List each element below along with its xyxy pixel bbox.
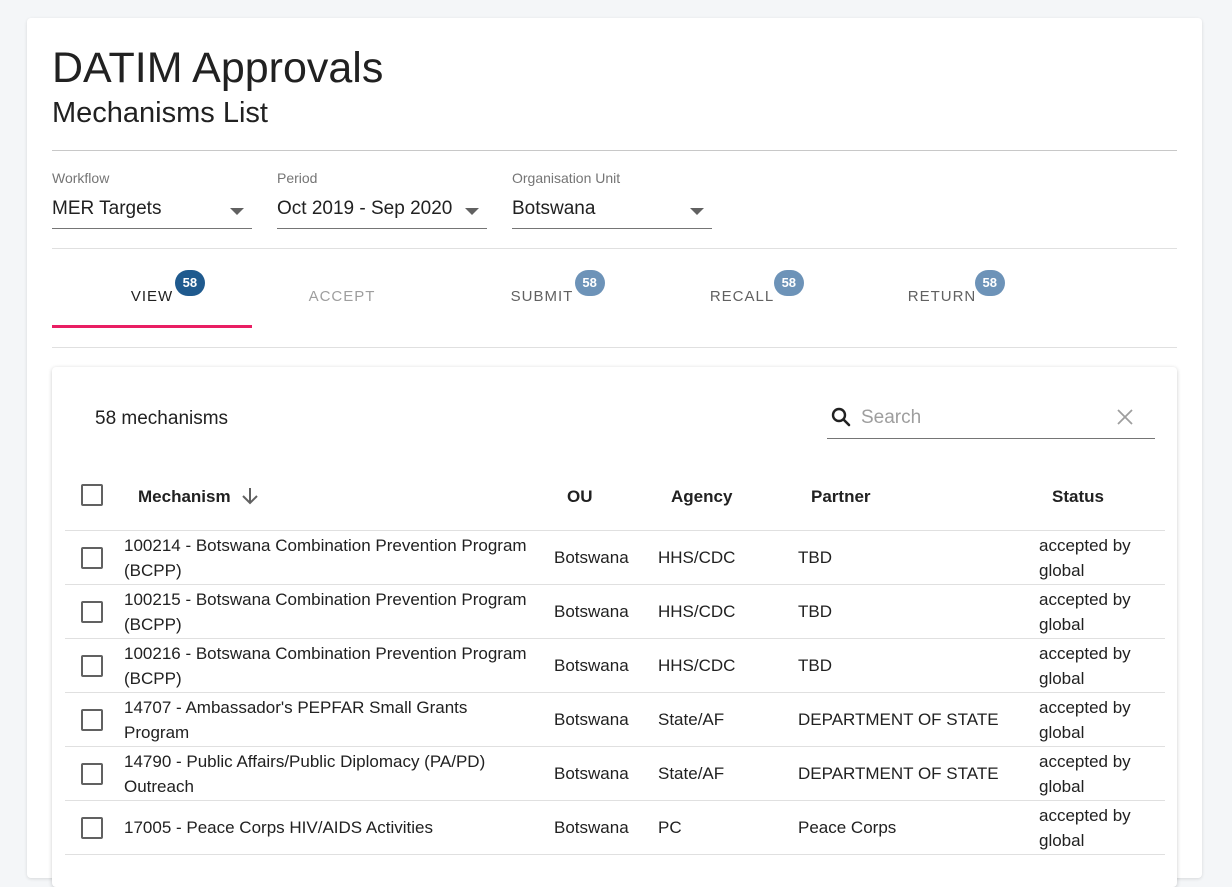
- org-unit-select[interactable]: Organisation Unit Botswana: [512, 170, 712, 230]
- tab-accept-label: ACCEPT: [308, 288, 376, 305]
- row-divider: [65, 854, 1165, 855]
- agency-cell: HHS/CDC: [658, 656, 736, 675]
- status-cell: accepted by global: [1039, 590, 1131, 634]
- select-underline: [277, 228, 487, 229]
- active-tab-indicator: [52, 325, 252, 328]
- ou-cell: Botswana: [554, 602, 629, 621]
- tabs-divider: [52, 347, 1177, 348]
- column-header-ou[interactable]: OU: [567, 487, 593, 507]
- status-cell: accepted by global: [1039, 644, 1131, 688]
- row-divider: [65, 584, 1165, 585]
- partner-cell: DEPARTMENT OF STATE: [798, 710, 999, 729]
- mechanism-cell: 14790 - Public Affairs/Public Diplomacy …: [124, 752, 486, 796]
- dropdown-arrow-icon: [690, 208, 704, 215]
- mechanism-cell: 100216 - Botswana Combination Prevention…: [124, 644, 527, 688]
- status-cell: accepted by global: [1039, 698, 1131, 742]
- status-cell: accepted by global: [1039, 806, 1131, 850]
- tab-recall-label: RECALL: [709, 288, 775, 305]
- tab-accept[interactable]: ACCEPT: [242, 258, 442, 328]
- workflow-value: MER Targets: [52, 198, 162, 219]
- tab-submit[interactable]: SUBMIT 58: [442, 258, 642, 328]
- page-title: DATIM Approvals: [52, 44, 384, 92]
- column-header-partner[interactable]: Partner: [811, 487, 871, 507]
- search-icon: [831, 407, 851, 427]
- tab-return-label: RETURN: [907, 288, 977, 305]
- row-checkbox[interactable]: [81, 763, 103, 785]
- partner-cell: DEPARTMENT OF STATE: [798, 764, 999, 783]
- tab-return-badge: 58: [974, 270, 1005, 296]
- dropdown-arrow-icon: [465, 208, 479, 215]
- arrow-down-icon[interactable]: [238, 484, 262, 508]
- workflow-select[interactable]: Workflow MER Targets: [52, 170, 252, 230]
- agency-cell: State/AF: [658, 764, 725, 783]
- partner-cell: TBD: [798, 656, 832, 675]
- page-subtitle: Mechanisms List: [52, 97, 268, 129]
- select-underline: [512, 228, 712, 229]
- tab-recall-badge: 58: [773, 270, 804, 296]
- dropdown-arrow-icon: [230, 208, 244, 215]
- column-header-mechanism[interactable]: Mechanism: [138, 487, 231, 507]
- mechanism-cell: 14707 - Ambassador's PEPFAR Small Grants…: [124, 698, 468, 742]
- row-checkbox[interactable]: [81, 655, 103, 677]
- ou-cell: Botswana: [554, 710, 629, 729]
- agency-cell: PC: [658, 818, 682, 837]
- agency-cell: State/AF: [658, 710, 725, 729]
- partner-cell: Peace Corps: [798, 818, 897, 837]
- partner-cell: TBD: [798, 548, 832, 567]
- tab-recall[interactable]: RECALL 58: [642, 258, 842, 328]
- org-unit-label: Organisation Unit: [512, 170, 621, 186]
- search-input[interactable]: [861, 403, 1111, 433]
- mechanism-count: 58 mechanisms: [95, 408, 229, 429]
- tab-view-label: VIEW: [130, 288, 174, 305]
- agency-cell: HHS/CDC: [658, 602, 736, 621]
- select-all-checkbox[interactable]: [81, 484, 103, 506]
- row-checkbox[interactable]: [81, 601, 103, 623]
- tab-view-badge: 58: [174, 270, 205, 296]
- mechanism-cell: 17005 - Peace Corps HIV/AIDS Activities: [124, 818, 433, 837]
- tab-submit-badge: 58: [574, 270, 605, 296]
- select-underline: [52, 228, 252, 229]
- period-select[interactable]: Period Oct 2019 - Sep 2020: [277, 170, 487, 230]
- filters-divider: [52, 248, 1177, 249]
- org-unit-value: Botswana: [512, 198, 596, 219]
- main-card: DATIM Approvals Mechanisms List Workflow…: [27, 18, 1202, 887]
- tab-submit-label: SUBMIT: [510, 288, 574, 305]
- row-checkbox[interactable]: [81, 709, 103, 731]
- row-divider: [65, 692, 1165, 693]
- agency-cell: HHS/CDC: [658, 548, 736, 567]
- ou-cell: Botswana: [554, 764, 629, 783]
- ou-cell: Botswana: [554, 656, 629, 675]
- row-checkbox[interactable]: [81, 817, 103, 839]
- tab-view[interactable]: VIEW 58: [52, 258, 252, 328]
- ou-cell: Botswana: [554, 818, 629, 837]
- column-header-status[interactable]: Status: [1052, 487, 1104, 507]
- status-cell: accepted by global: [1039, 536, 1131, 580]
- tab-return[interactable]: RETURN 58: [842, 258, 1042, 328]
- period-value: Oct 2019 - Sep 2020: [277, 198, 453, 219]
- header-divider: [52, 150, 1177, 151]
- column-header-agency[interactable]: Agency: [671, 487, 732, 507]
- header-row-divider: [65, 530, 1165, 531]
- status-cell: accepted by global: [1039, 752, 1131, 796]
- row-divider: [65, 638, 1165, 639]
- search-underline: [827, 438, 1155, 439]
- row-checkbox[interactable]: [81, 547, 103, 569]
- workflow-label: Workflow: [52, 170, 110, 186]
- search-box[interactable]: [827, 401, 1155, 439]
- mechanism-cell: 100215 - Botswana Combination Prevention…: [124, 590, 527, 634]
- period-label: Period: [277, 170, 318, 186]
- partner-cell: TBD: [798, 602, 832, 621]
- row-divider: [65, 746, 1165, 747]
- ou-cell: Botswana: [554, 548, 629, 567]
- close-icon[interactable]: [1115, 407, 1135, 427]
- mechanism-cell: 100214 - Botswana Combination Prevention…: [124, 536, 527, 580]
- row-divider: [65, 800, 1165, 801]
- mechanisms-table-panel: 58 mechanisms Mechanism OU Agency Partne…: [52, 367, 1177, 887]
